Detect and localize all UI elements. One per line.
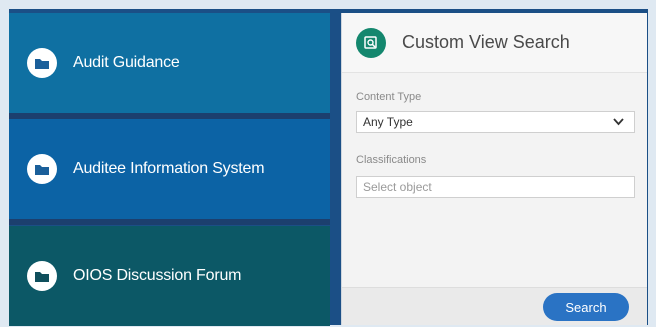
tile-audit-guidance[interactable]: Audit Guidance <box>9 13 330 119</box>
classifications-input[interactable] <box>356 176 635 198</box>
content-type-value: Any Type <box>363 115 413 129</box>
tile-auditee-information-system[interactable]: Auditee Information System <box>9 119 330 225</box>
folder-tiles: Audit Guidance Auditee Information Syste… <box>9 13 330 326</box>
classifications-label: Classifications <box>356 154 427 166</box>
panel-header: Custom View Search <box>342 13 647 73</box>
tile-label: OIOS Discussion Forum <box>73 267 242 284</box>
tile-label: Auditee Information System <box>73 160 265 177</box>
folder-icon <box>27 154 57 184</box>
folder-icon <box>27 48 57 78</box>
search-button[interactable]: Search <box>543 293 629 321</box>
search-view-icon <box>356 27 386 58</box>
panel-title: Custom View Search <box>402 32 570 52</box>
panel-footer: Search <box>342 287 647 325</box>
tile-oios-discussion-forum[interactable]: OIOS Discussion Forum <box>9 226 330 326</box>
content-type-label: Content Type <box>356 91 422 103</box>
chevron-down-icon <box>613 118 624 126</box>
folder-icon <box>27 261 57 291</box>
custom-view-search-panel: Custom View Search Content Type Any Type… <box>341 13 647 325</box>
content-type-select[interactable]: Any Type <box>356 111 635 133</box>
tile-label: Audit Guidance <box>73 54 180 71</box>
